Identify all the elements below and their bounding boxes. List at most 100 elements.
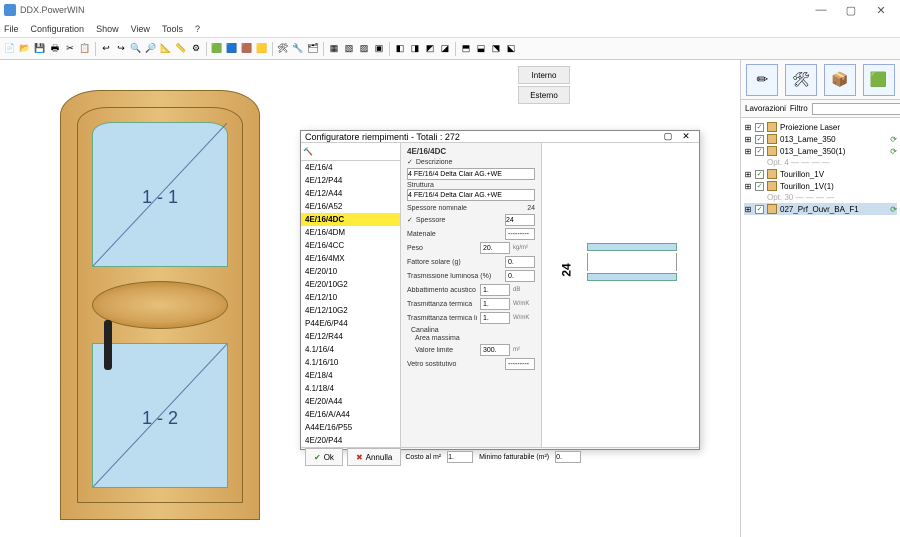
costo-field[interactable] (447, 451, 473, 463)
menu-show[interactable]: Show (96, 24, 119, 34)
toolbar-button-15[interactable]: 🟩 (210, 42, 224, 56)
toolbar-button-30[interactable]: ◨ (408, 42, 422, 56)
menu-tools[interactable]: Tools (162, 24, 183, 34)
tree-checkbox[interactable]: ✓ (755, 182, 764, 191)
dialog-maximize-button[interactable]: ▢ (659, 131, 677, 142)
fill-list-row[interactable]: 4E/12/10G2 (301, 304, 400, 317)
fill-list-row[interactable]: 4E/12/R44 (301, 330, 400, 343)
vetro-sost-field[interactable] (505, 358, 535, 370)
descrizione-checkbox[interactable]: ✓ (407, 158, 413, 166)
fill-list-row[interactable]: 4E/16/4 (301, 161, 400, 174)
toolbar-button-11[interactable]: 📐 (159, 42, 173, 56)
toolbar-button-35[interactable]: ⬓ (474, 42, 488, 56)
tree-checkbox[interactable]: ✓ (755, 135, 764, 144)
toolbar-button-20[interactable]: 🛠 (276, 42, 290, 56)
operations-tree[interactable]: ⊞✓Proiezione Laser⊞✓013_Lame_350⟳⊞✓013_L… (741, 118, 900, 537)
struttura-field[interactable] (407, 189, 535, 201)
ok-button[interactable]: ✔Ok (305, 448, 343, 466)
fill-list-row[interactable]: 4.1/16/10 (301, 356, 400, 369)
fill-list-row[interactable]: 4E/20/P44 (301, 434, 400, 447)
toolbar-button-37[interactable]: ⬕ (504, 42, 518, 56)
fill-list-row[interactable]: 4E/12/A44 (301, 187, 400, 200)
toolbar-button-8[interactable]: ↪ (114, 42, 128, 56)
tree-node[interactable]: ⊞✓Tourillon_1V (744, 168, 897, 180)
tree-checkbox[interactable]: ✓ (755, 205, 764, 214)
trasm-term-lin-field[interactable] (480, 312, 510, 324)
toolbar-button-36[interactable]: ⬔ (489, 42, 503, 56)
toolbar-button-5[interactable]: 📋 (78, 42, 92, 56)
tree-checkbox[interactable]: ✓ (755, 123, 764, 132)
door-model[interactable]: 1 - 1 1 - 2 (60, 90, 260, 520)
expand-icon[interactable]: ⊞ (744, 182, 752, 191)
fill-list-row[interactable]: 4.1/16/4 (301, 343, 400, 356)
expand-icon[interactable]: ⊞ (744, 147, 752, 156)
menu-configuration[interactable]: Configuration (31, 24, 85, 34)
menu-file[interactable]: File (4, 24, 19, 34)
canvas[interactable]: Interno Esterno 1 - 1 1 - 2 Configurator… (0, 60, 740, 537)
toolbar-button-24[interactable]: ▦ (327, 42, 341, 56)
trasm-lum-field[interactable] (505, 270, 535, 282)
minimize-button[interactable]: — (806, 4, 836, 16)
fill-list-row[interactable]: 4E/20/A44 (301, 395, 400, 408)
toolbar-button-17[interactable]: 🟫 (240, 42, 254, 56)
fill-list[interactable]: 🔨 4E/16/44E/12/P444E/12/A444E/16/A524E/1… (301, 143, 401, 447)
tree-node[interactable]: ⊞✓027_Prf_Ouvr_BA_F1⟳ (744, 203, 897, 215)
fill-list-row[interactable]: 4E/12/P44 (301, 174, 400, 187)
refresh-icon[interactable]: ⟳ (890, 135, 897, 144)
view-tab-outside[interactable]: Esterno (518, 86, 570, 104)
dialog-close-button[interactable]: ✕ (677, 131, 695, 142)
toolbar-button-7[interactable]: ↩ (99, 42, 113, 56)
toolbar-button-2[interactable]: 💾 (33, 42, 47, 56)
toolbar-button-32[interactable]: ◪ (438, 42, 452, 56)
peso-field[interactable] (480, 242, 510, 254)
fill-list-row[interactable]: 4E/16/4DC (301, 213, 400, 226)
toolbar-button-10[interactable]: 🔎 (144, 42, 158, 56)
menu-view[interactable]: View (131, 24, 150, 34)
fill-list-row[interactable]: 4E/12/10 (301, 291, 400, 304)
tree-node[interactable]: Opt. 30 — — — — (744, 192, 897, 203)
tree-node[interactable]: ⊞✓013_Lame_350(1)⟳ (744, 145, 897, 157)
fill-list-row[interactable]: 4E/18/4 (301, 369, 400, 382)
fill-list-row[interactable]: A44E/16/P55 (301, 421, 400, 434)
materiale-field[interactable] (505, 228, 535, 240)
toolbar-button-22[interactable]: 🗂 (306, 42, 320, 56)
toolbar-button-0[interactable]: 📄 (3, 42, 17, 56)
cancel-button[interactable]: ✖Annulla (347, 448, 401, 466)
expand-icon[interactable]: ⊞ (744, 170, 752, 179)
thumb-tool-2[interactable]: 🛠 (785, 64, 817, 96)
toolbar-button-26[interactable]: ▨ (357, 42, 371, 56)
fill-list-row[interactable]: 4E/16/4CC (301, 239, 400, 252)
fill-list-row[interactable]: 4E/16/A/A44 (301, 408, 400, 421)
toolbar-button-29[interactable]: ◧ (393, 42, 407, 56)
toolbar-button-13[interactable]: ⚙ (189, 42, 203, 56)
toolbar-button-25[interactable]: ▧ (342, 42, 356, 56)
toolbar-button-16[interactable]: 🟦 (225, 42, 239, 56)
expand-icon[interactable]: ⊞ (744, 205, 752, 214)
toolbar-button-31[interactable]: ◩ (423, 42, 437, 56)
expand-icon[interactable]: ⊞ (744, 123, 752, 132)
toolbar-button-27[interactable]: ▣ (372, 42, 386, 56)
tree-node[interactable]: Opt. 4 — — — — (744, 157, 897, 168)
fill-list-row[interactable]: 4E/16/4MX (301, 252, 400, 265)
toolbar-button-3[interactable]: 🖶 (48, 42, 62, 56)
fill-list-row[interactable]: 4E/20/10 (301, 265, 400, 278)
fill-list-row[interactable]: P44E/6/P44 (301, 317, 400, 330)
close-button[interactable]: ✕ (866, 4, 896, 17)
tree-node[interactable]: ⊞✓Proiezione Laser (744, 121, 897, 133)
fill-list-row[interactable]: 4.1/18/4 (301, 382, 400, 395)
menu-help[interactable]: ? (195, 24, 200, 34)
minimo-field[interactable] (555, 451, 581, 463)
fattore-solare-field[interactable] (505, 256, 535, 268)
toolbar-button-21[interactable]: 🔧 (291, 42, 305, 56)
spessore-field[interactable] (505, 214, 535, 226)
tree-node[interactable]: ⊞✓Tourillon_1V(1) (744, 180, 897, 192)
thumb-tool-3[interactable]: 📦 (824, 64, 856, 96)
toolbar-button-9[interactable]: 🔍 (129, 42, 143, 56)
abbatt-field[interactable] (480, 284, 510, 296)
toolbar-button-34[interactable]: ⬒ (459, 42, 473, 56)
tree-node[interactable]: ⊞✓013_Lame_350⟳ (744, 133, 897, 145)
fill-list-row[interactable]: 4E/20/10G2 (301, 278, 400, 291)
filter-input[interactable] (812, 103, 900, 115)
tree-checkbox[interactable]: ✓ (755, 170, 764, 179)
refresh-icon[interactable]: ⟳ (890, 147, 897, 156)
